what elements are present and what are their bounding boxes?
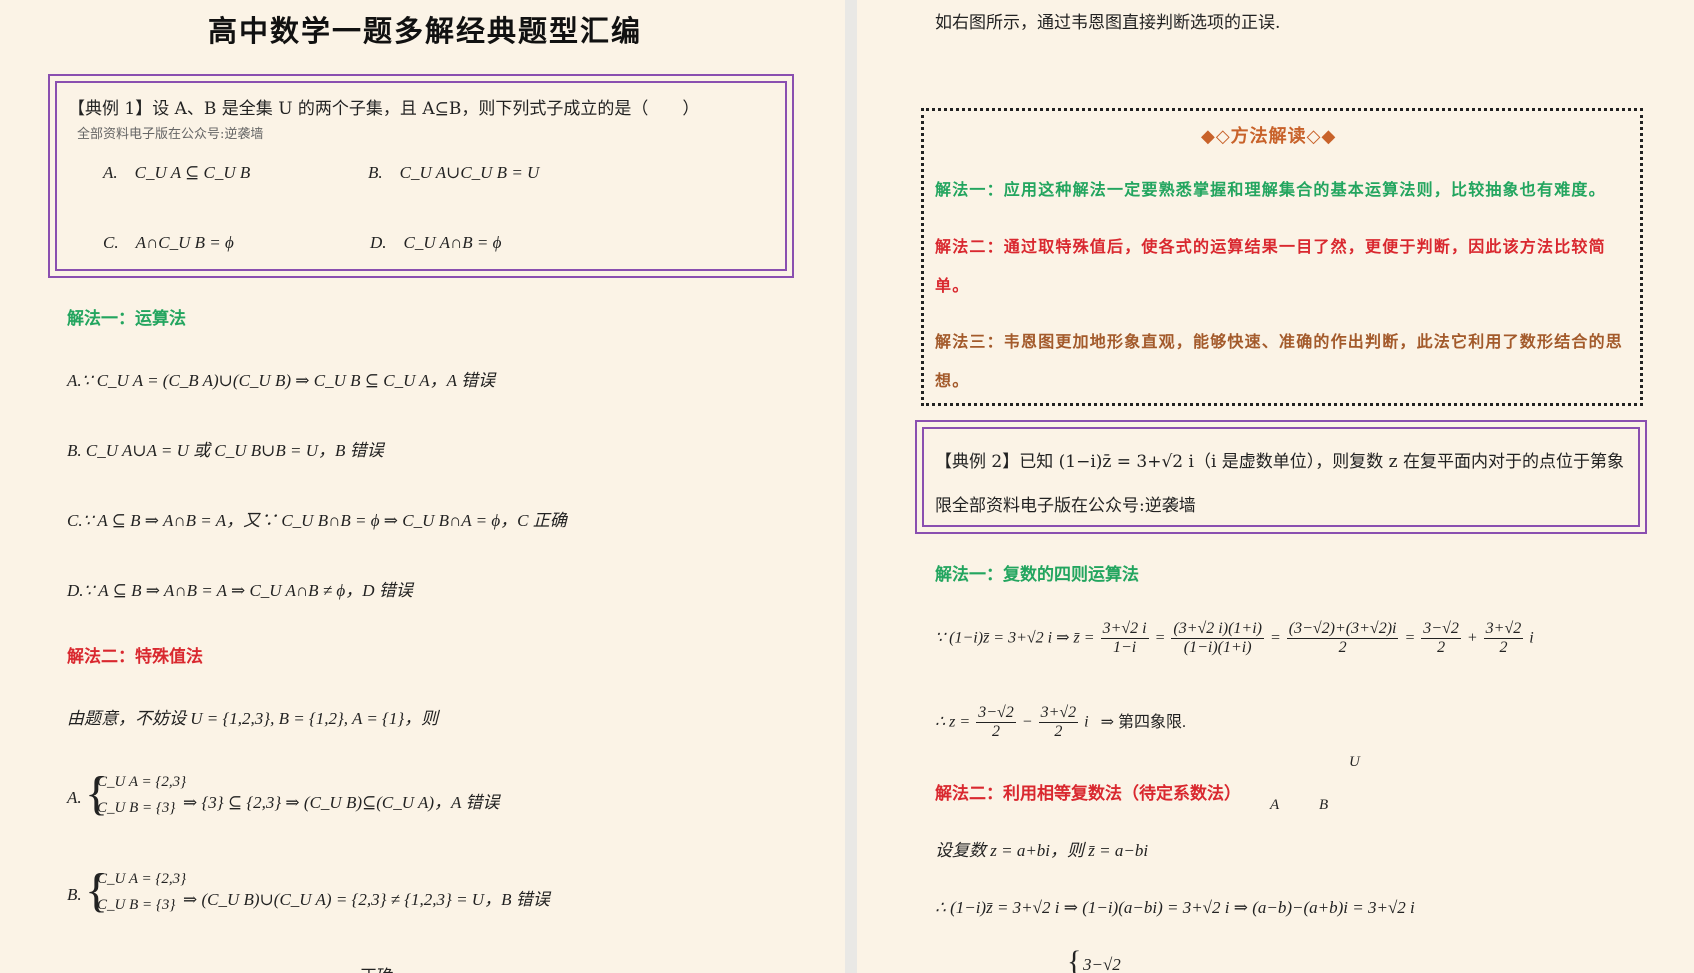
example1-stem: 【典例 1】设 A、B 是全集 U 的两个子集，且 A⊆B，则下列式子成立的是（… <box>68 99 700 119</box>
left-page: 高中数学一题多解经典题型汇编 【典例 1】设 A、B 是全集 U 的两个子集，且… <box>0 0 845 973</box>
case-b-row1: C_U A = {2,3} <box>97 871 187 887</box>
option-a: A. C_U A ⊆ C_U B <box>103 163 251 182</box>
case-b-label: B. <box>67 885 82 904</box>
method1-heading: 解法一：运算法 <box>67 309 186 329</box>
conc-fraction-2: 3+√2 2 <box>1038 704 1079 741</box>
watermark-text: 全部资料电子版在公众号:逆袭墙 <box>77 127 264 142</box>
right-page: 如右图所示，通过韦恩图直接判断选项的正误. ◆◇方法解读◇◆ 解法一：应用这种解… <box>857 0 1694 973</box>
method1-line-c: C.∵ A ⊆ B ⇒ A∩B = A，又∵ C_U B∩B = ϕ ⇒ C_U… <box>67 511 567 530</box>
option-d: D. C_U A∩B = ϕ <box>370 233 502 252</box>
case-a-row2: C_U B = {3} <box>97 800 176 816</box>
r-method2-partial: { 3−√2 <box>1067 947 1121 973</box>
document-title: 高中数学一题多解经典题型汇编 <box>208 14 643 48</box>
eq-prefix: ∵ (1−i)z̄ = 3+√2 i ⇒ z̄ = <box>935 629 1095 647</box>
r-method2-line1: 设复数 z = a+bi，则 z̄ = a−bi <box>935 841 1149 860</box>
fraction-1: 3+√2 i 1−i <box>1100 620 1149 657</box>
venn-label-a: A <box>1270 797 1280 813</box>
case-b-result: ⇒ (C_U B)∪(C_U A) = {2,3} ≠ {1,2,3} = U，… <box>183 890 550 909</box>
method1-line-a: A.∵ C_U A = (C_B A)∪(C_U B) ⇒ C_U B ⊆ C_… <box>67 371 496 390</box>
conc-prefix: ∴ z = <box>935 713 971 731</box>
r-method1-conclusion: ∴ z = 3−√2 2 − 3+√2 2 i ⇒ 第四象限. <box>935 704 1187 741</box>
interpretation-p1: 解法一：应用这种解法一定要熟悉掌握和理解集合的基本运算法则，比较抽象也有难度。 <box>935 180 1606 199</box>
partial-text: 3−√2 <box>1083 955 1121 973</box>
cutoff-line: 正确 <box>360 962 394 973</box>
fraction-2: (3+√2 i)(1+i) (1−i)(1+i) <box>1171 620 1264 657</box>
method1-line-b: B. C_U A∪A = U 或 C_U B∪B = U，B 错误 <box>67 441 384 460</box>
interpretation-p3: 解法三：韦恩图更加地形象直观，能够快速、准确的作出判断，此法它利用了数形结合的思… <box>935 332 1624 390</box>
conc-suffix: ⇒ 第四象限. <box>1100 713 1187 731</box>
venn-note: 如右图所示，通过韦恩图直接判断选项的正误. <box>935 13 1281 33</box>
method2-intro: 由题意，不妨设 U = {1,2,3}, B = {1,2}, A = {1}，… <box>67 709 439 728</box>
fraction-4: 3−√2 2 <box>1421 620 1461 657</box>
case-a-row1: C_U A = {2,3} <box>97 774 187 790</box>
case-a-label: A. <box>67 788 82 807</box>
fraction-3: (3−√2)+(3+√2)i 2 <box>1286 620 1399 657</box>
case-b-row2: C_U B = {3} <box>97 897 176 913</box>
r-method1-equation: ∵ (1−i)z̄ = 3+√2 i ⇒ z̄ = 3+√2 i 1−i = (3… <box>935 620 1534 657</box>
r-method2-line2: ∴ (1−i)z̄ = 3+√2 i ⇒ (1−i)(a−bi) = 3+√2 … <box>935 898 1415 917</box>
case-a-result: ⇒ {3} ⊆ {2,3} ⇒ (C_U B)⊆(C_U A)，A 错误 <box>183 793 500 812</box>
option-b: B. C_U A∪C_U B = U <box>368 163 540 182</box>
venn-label-u: U <box>1349 754 1360 770</box>
interpretation-title: ◆◇方法解读◇◆ <box>1201 126 1337 147</box>
venn-label-b: B <box>1319 797 1329 813</box>
conc-fraction-1: 3−√2 2 <box>976 704 1016 741</box>
partial-brace: { <box>1067 945 1082 973</box>
example2-stem: 【典例 2】已知 (1−i)z̄ = 3+√2 i（i 是虚数单位），则复数 z… <box>935 452 1625 516</box>
page-divider <box>845 0 857 973</box>
fraction-5: 3+√2 2 <box>1483 620 1524 657</box>
method2-heading: 解法二：特殊值法 <box>67 647 203 667</box>
interpretation-p2: 解法二：通过取特殊值后，使各式的运算结果一目了然，更便于判断，因此该方法比较简单… <box>935 237 1606 295</box>
option-c: C. A∩C_U B = ϕ <box>103 233 234 252</box>
r-method2-heading: 解法二：利用相等复数法（待定系数法） <box>935 784 1241 804</box>
method1-line-d: D.∵ A ⊆ B ⇒ A∩B = A ⇒ C_U A∩B ≠ ϕ，D 错误 <box>67 581 413 600</box>
r-method1-heading: 解法一：复数的四则运算法 <box>935 565 1139 585</box>
